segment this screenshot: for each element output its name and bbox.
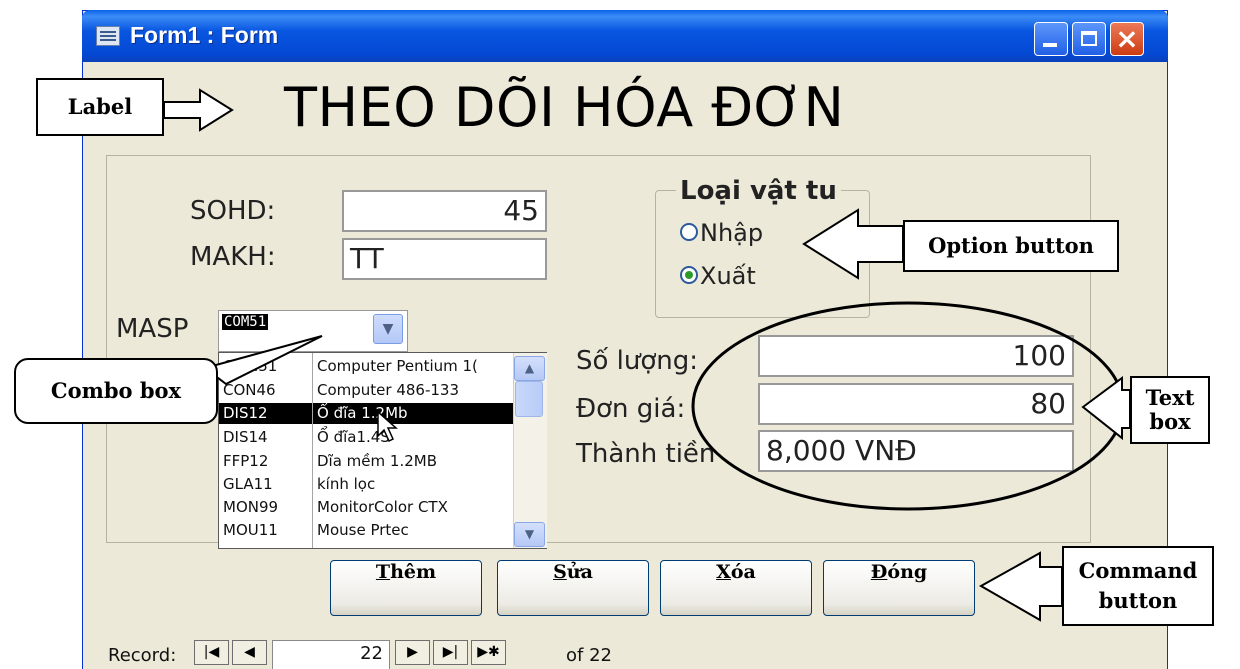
combo-pointer-icon bbox=[202, 335, 323, 386]
option-arrow-icon bbox=[802, 208, 904, 280]
command-button-callout: Command button bbox=[1062, 546, 1214, 626]
text-box-callout-line2: box bbox=[1149, 409, 1191, 434]
textbox-arrow-icon bbox=[1081, 376, 1131, 441]
label-callout: Label bbox=[36, 78, 164, 136]
command-callout-line1: Command bbox=[1078, 558, 1198, 583]
label-arrow-icon bbox=[163, 88, 234, 132]
text-box-callout-line1: Text bbox=[1145, 385, 1195, 410]
command-callout-line2: button bbox=[1098, 588, 1178, 613]
text-box-callout: Text box bbox=[1130, 376, 1210, 444]
command-arrow-icon bbox=[978, 551, 1063, 622]
textbox-highlight-ellipse bbox=[691, 301, 1125, 511]
mouse-cursor-icon bbox=[377, 410, 398, 443]
option-button-callout: Option button bbox=[903, 220, 1119, 272]
annotation-overlay bbox=[163, 88, 1131, 622]
combo-box-callout: Combo box bbox=[14, 358, 218, 424]
